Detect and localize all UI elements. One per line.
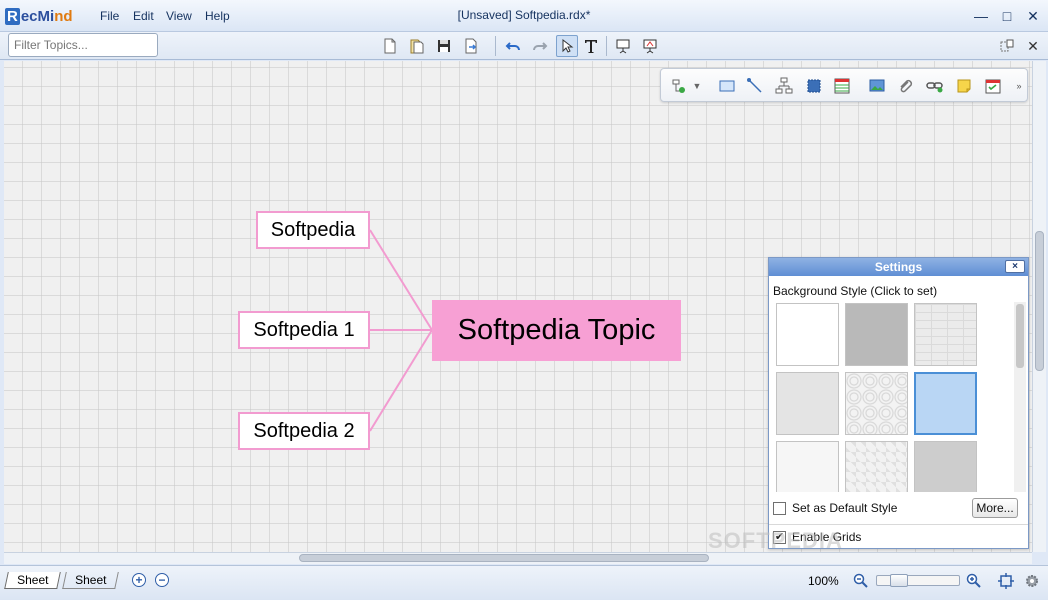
toolbar-separator: [495, 36, 496, 56]
attachment-icon[interactable]: [895, 76, 915, 96]
background-swatch[interactable]: [776, 303, 839, 366]
insert-dropdown-icon[interactable]: ▼: [691, 76, 703, 96]
add-sheet-button[interactable]: +: [132, 573, 146, 587]
sheet-tab[interactable]: Sheet: [62, 572, 120, 589]
insert-image-icon[interactable]: [867, 76, 887, 96]
title-bar: RecMi nd File Edit View Help [Unsaved] So…: [0, 0, 1048, 32]
main-toolbar: ✕: [0, 32, 1048, 60]
topic-softpedia-1[interactable]: Softpedia 1: [238, 311, 370, 349]
background-swatch-selected[interactable]: [914, 372, 977, 435]
menu-edit[interactable]: Edit: [133, 9, 154, 23]
set-default-style-label: Set as Default Style: [792, 501, 898, 515]
remove-sheet-button[interactable]: −: [155, 573, 169, 587]
set-default-style-checkbox[interactable]: [773, 501, 786, 515]
background-swatch[interactable]: [845, 303, 908, 366]
slideshow-icon[interactable]: [639, 35, 661, 57]
topic-softpedia-2[interactable]: Softpedia 2: [238, 412, 370, 450]
minimize-button[interactable]: —: [970, 6, 992, 26]
undo-icon[interactable]: [502, 35, 524, 57]
sheet-tab-active[interactable]: Sheet: [4, 572, 62, 589]
more-tools-chevron-icon[interactable]: »: [1013, 76, 1025, 96]
vertical-scrollbar[interactable]: [1032, 61, 1046, 552]
redo-icon[interactable]: [529, 35, 551, 57]
logo-mid: ecMi: [20, 7, 55, 25]
more-button[interactable]: More...: [972, 498, 1018, 518]
fit-to-window-icon[interactable]: [997, 572, 1015, 590]
background-swatch[interactable]: [914, 303, 977, 366]
text-tool-icon[interactable]: [580, 35, 602, 57]
background-swatch-grid: [772, 302, 1016, 492]
save-icon[interactable]: [433, 35, 455, 57]
settings-title: Settings: [874, 260, 923, 274]
branch-line: [369, 329, 433, 432]
zoom-out-icon[interactable]: [852, 572, 870, 590]
logo-suffix: nd: [54, 7, 73, 25]
enable-grids-label: Enable Grids: [792, 530, 862, 544]
horizontal-scrollbar[interactable]: [4, 552, 1032, 564]
maximize-button[interactable]: □: [996, 6, 1018, 26]
enable-grids-row[interactable]: ✔ Enable Grids: [773, 530, 861, 544]
menu-file[interactable]: File: [100, 9, 119, 23]
toolbar-separator: [606, 36, 607, 56]
status-bar: Sheet Sheet + − 100%: [0, 565, 1048, 600]
boundary-icon[interactable]: [717, 76, 737, 96]
select-area-icon[interactable]: [804, 76, 824, 96]
zoom-slider-knob[interactable]: [890, 574, 908, 587]
background-swatch[interactable]: [914, 441, 977, 492]
central-topic[interactable]: Softpedia Topic: [432, 300, 681, 361]
zoom-level: 100%: [808, 574, 839, 588]
layout-panel-icon[interactable]: [996, 35, 1018, 57]
settings-scrollbar-thumb[interactable]: [1016, 304, 1024, 368]
settings-gear-icon[interactable]: [1023, 572, 1041, 590]
zoom-in-icon[interactable]: [965, 572, 983, 590]
close-toolbar-icon[interactable]: ✕: [1022, 35, 1044, 57]
export-icon[interactable]: [460, 35, 482, 57]
background-swatch[interactable]: [776, 441, 839, 492]
enable-grids-checkbox[interactable]: ✔: [773, 530, 786, 544]
horizontal-scrollbar-thumb[interactable]: [299, 554, 709, 562]
logo-initial: R: [5, 7, 20, 25]
set-default-style-row[interactable]: Set as Default Style: [773, 501, 897, 515]
note-icon[interactable]: [954, 76, 974, 96]
settings-scrollbar[interactable]: [1014, 302, 1026, 492]
sheet-tab-label: Sheet: [17, 573, 49, 587]
background-swatch[interactable]: [776, 372, 839, 435]
task-calendar-icon[interactable]: [983, 76, 1003, 96]
presentation-icon[interactable]: [612, 35, 634, 57]
vertical-scrollbar-thumb[interactable]: [1035, 231, 1044, 371]
topic-softpedia[interactable]: Softpedia: [256, 211, 370, 249]
settings-panel: Settings × Background Style (Click to se…: [768, 257, 1029, 549]
background-swatch[interactable]: [845, 372, 908, 435]
close-window-button[interactable]: ✕: [1022, 6, 1044, 26]
menu-view[interactable]: View: [166, 9, 192, 23]
app-window: RecMi nd File Edit View Help [Unsaved] So…: [0, 0, 1048, 600]
floating-toolbar: ▼ »: [660, 68, 1028, 102]
settings-header: Settings ×: [769, 258, 1028, 276]
org-chart-icon[interactable]: [774, 76, 794, 96]
open-document-icon[interactable]: [406, 35, 428, 57]
relationship-icon[interactable]: [745, 76, 765, 96]
menu-help[interactable]: Help: [205, 9, 230, 23]
branch-line: [369, 229, 433, 331]
hyperlink-icon[interactable]: [925, 76, 945, 96]
settings-divider: [769, 524, 1028, 525]
background-swatch[interactable]: [845, 441, 908, 492]
settings-close-button[interactable]: ×: [1005, 260, 1025, 273]
select-pointer-icon[interactable]: [556, 35, 578, 57]
window-title: [Unsaved] Softpedia.rdx*: [457, 8, 591, 22]
sheet-tab-label: Sheet: [75, 573, 107, 587]
insert-topic-icon[interactable]: [669, 76, 689, 96]
filter-topics-input[interactable]: [8, 33, 158, 57]
background-style-label: Background Style (Click to set): [773, 284, 938, 298]
new-document-icon[interactable]: [379, 35, 401, 57]
table-icon[interactable]: [832, 76, 852, 96]
app-logo: RecMi nd: [5, 5, 73, 27]
zoom-slider[interactable]: [876, 574, 960, 587]
